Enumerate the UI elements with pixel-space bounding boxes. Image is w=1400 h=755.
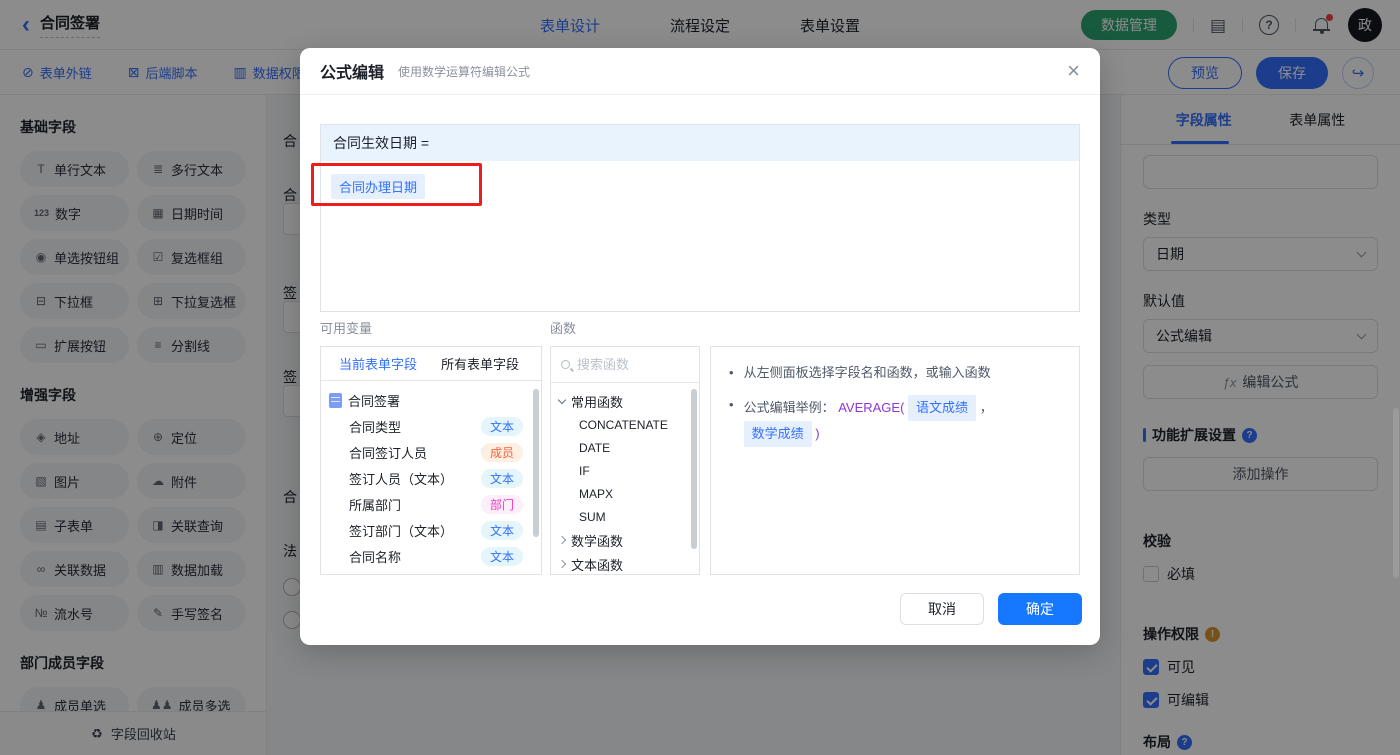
function-item[interactable]: SUM xyxy=(559,505,691,528)
formula-target: 合同生效日期 = xyxy=(321,125,1079,161)
function-search-input[interactable] xyxy=(577,357,677,372)
help-tip-2: 公式编辑举例： AVERAGE( 语文成绩 ， 数学成绩 ) xyxy=(743,395,1061,447)
function-item[interactable]: MAPX xyxy=(559,482,691,505)
variables-root-node[interactable]: 合同签署 xyxy=(329,387,531,413)
help-example-function: AVERAGE( xyxy=(838,400,905,415)
type-badge: 成员 xyxy=(480,442,523,462)
dialog-title: 公式编辑 xyxy=(320,65,385,82)
chevron-right-icon xyxy=(557,535,567,545)
formula-field-chip[interactable]: 合同办理日期 xyxy=(331,174,426,199)
chevron-right-icon xyxy=(557,559,567,569)
variable-name: 合同类型 xyxy=(349,419,402,435)
functions-label: 函数 xyxy=(550,321,577,336)
variable-item[interactable]: 签订人员（文本） 文本 xyxy=(329,465,531,491)
formula-editor-dialog: 公式编辑 使用数学运算符编辑公式 × 合同生效日期 = 合同办理日期 可用变量 … xyxy=(300,48,1100,645)
help-example-chip-1: 语文成绩 xyxy=(908,395,977,421)
function-group-text[interactable]: 文本函数 xyxy=(557,552,691,574)
variable-item[interactable]: 合同类型 文本 xyxy=(329,413,531,439)
variable-item[interactable]: 合同签订人员 成员 xyxy=(329,439,531,465)
tab-all-form-fields[interactable]: 所有表单字段 xyxy=(441,354,519,373)
type-badge: 文本 xyxy=(480,416,523,436)
type-badge: 文本 xyxy=(480,520,523,540)
variables-scrollbar-thumb[interactable] xyxy=(533,389,539,537)
app-window: ‹ 合同签署 表单设计 流程设定 表单设置 数据管理 ▤ ? 政 ⊘ 表单外链 … xyxy=(0,0,1400,755)
formula-editor-box: 合同生效日期 = 合同办理日期 xyxy=(320,124,1080,312)
bullet: • xyxy=(729,365,734,380)
type-badge: 文本 xyxy=(480,468,523,488)
function-group-common[interactable]: 常用函数 xyxy=(557,389,691,413)
type-badge: 部门 xyxy=(480,494,523,514)
cancel-button[interactable]: 取消 xyxy=(900,593,984,625)
help-example-chip-2: 数学成绩 xyxy=(743,421,812,447)
variable-item[interactable]: 所属部门 部门 xyxy=(329,491,531,517)
functions-panel: 常用函数 CONCATENATE DATE IF MAPX SUM 数学函数 文… xyxy=(550,346,700,575)
function-search[interactable] xyxy=(551,347,699,383)
function-item[interactable]: IF xyxy=(559,459,691,482)
help-example-close: ) xyxy=(815,426,820,441)
type-badge: 文本 xyxy=(480,546,523,566)
function-group-label: 常用函数 xyxy=(571,394,624,410)
function-group-math[interactable]: 数学函数 xyxy=(557,528,691,552)
confirm-button[interactable]: 确定 xyxy=(998,593,1082,625)
variable-name: 所属部门 xyxy=(349,497,402,513)
help-tip-1: 从左侧面板选择字段名和函数，或输入函数 xyxy=(743,365,991,380)
function-item[interactable]: DATE xyxy=(559,436,691,459)
help-panel: • 从左侧面板选择字段名和函数，或输入函数 • 公式编辑举例： AVERAGE(… xyxy=(710,346,1080,575)
function-group-label: 数学函数 xyxy=(571,533,624,549)
variable-name: 签订人员（文本） xyxy=(349,471,454,487)
formula-input-area[interactable]: 合同办理日期 xyxy=(321,161,1079,212)
variables-panel: 当前表单字段 所有表单字段 合同签署 合同类型 文本 合同签订人员 成员 签订人… xyxy=(320,346,542,575)
variable-name: 签订部门（文本） xyxy=(349,523,454,539)
variable-name: 合同签订人员 xyxy=(349,445,428,461)
variable-item[interactable]: 签订部门（文本） 文本 xyxy=(329,517,531,543)
variable-name: 合同名称 xyxy=(349,549,402,565)
close-icon[interactable]: × xyxy=(1067,60,1080,82)
tab-current-form-fields[interactable]: 当前表单字段 xyxy=(339,354,417,373)
variable-item[interactable]: 合同名称 文本 xyxy=(329,543,531,569)
help-example-prefix: 公式编辑举例： xyxy=(743,400,835,415)
bullet: • xyxy=(729,397,734,412)
help-example-comma: ， xyxy=(979,400,993,415)
dialog-subtitle: 使用数学运算符编辑公式 xyxy=(398,64,531,79)
function-group-label: 文本函数 xyxy=(571,557,624,573)
functions-scrollbar-thumb[interactable] xyxy=(691,389,697,549)
variables-label: 可用变量 xyxy=(320,321,373,336)
search-icon xyxy=(561,360,570,369)
variables-root-label: 合同签署 xyxy=(348,393,401,409)
window-scrollbar-thumb[interactable] xyxy=(1393,408,1399,578)
function-item[interactable]: CONCATENATE xyxy=(559,413,691,436)
form-document-icon xyxy=(329,392,342,408)
chevron-down-icon xyxy=(557,395,567,404)
